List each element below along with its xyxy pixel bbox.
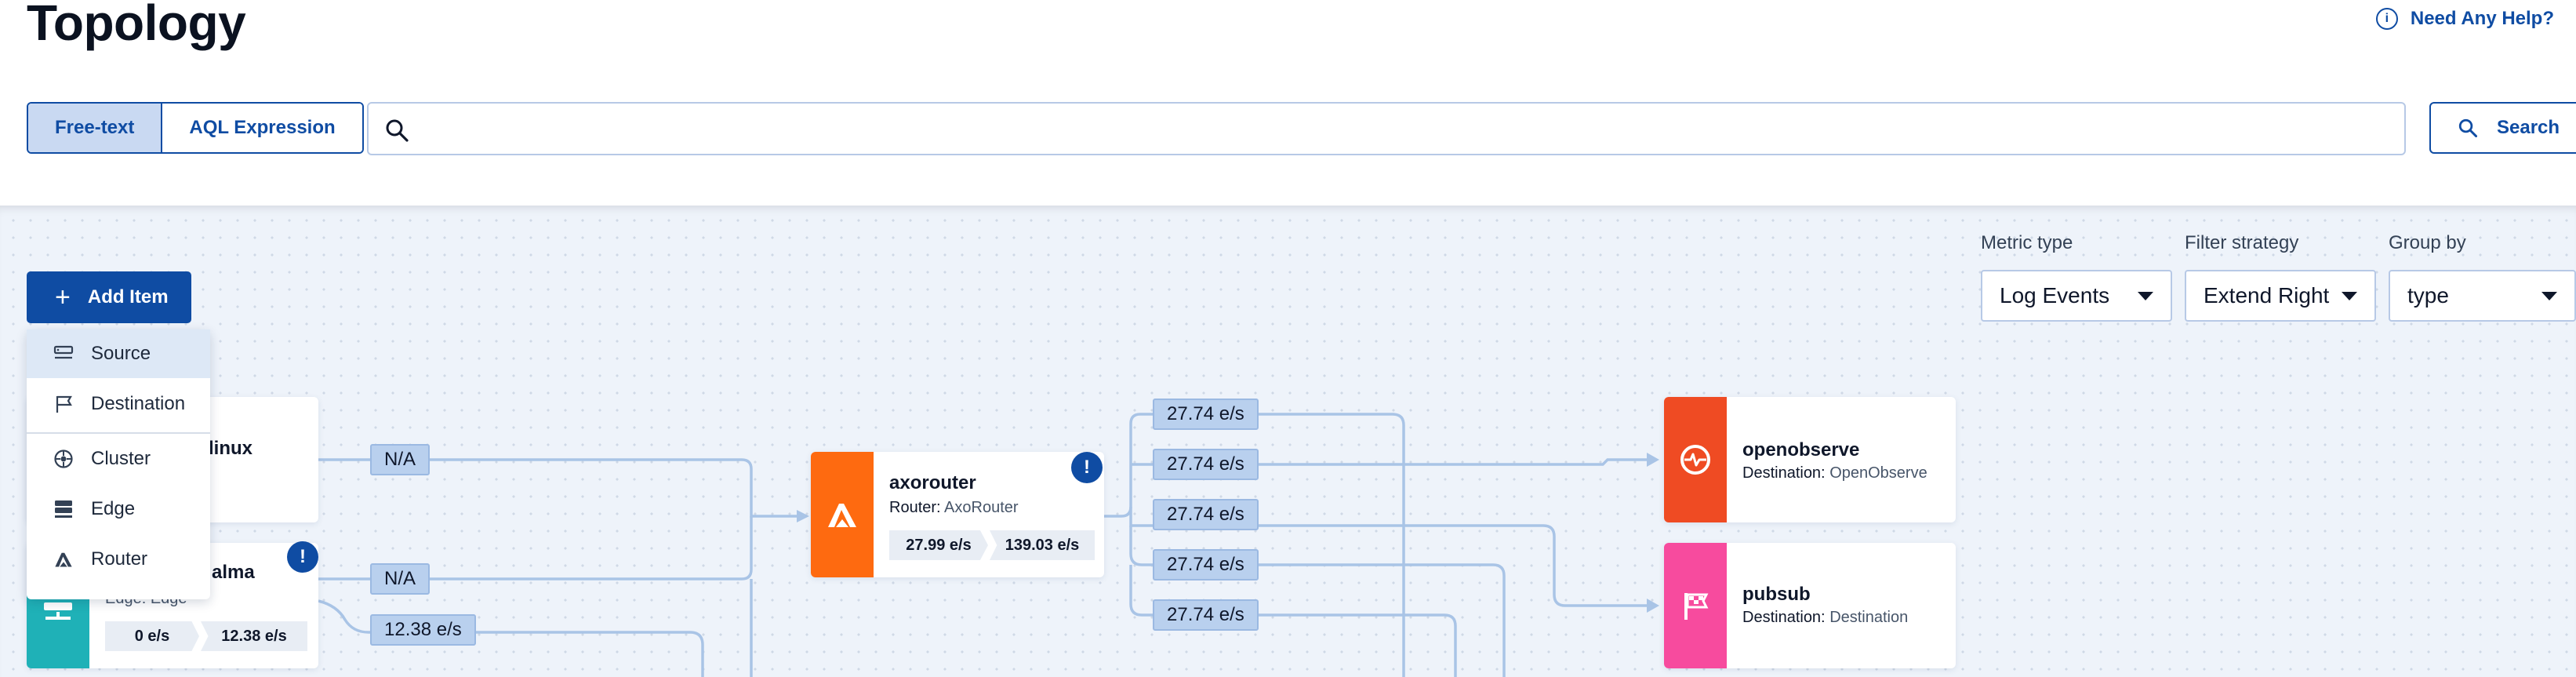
menu-item-label: Destination	[91, 393, 186, 414]
edge-rate-alma: N/A	[370, 563, 431, 595]
edge-rate-linux: N/A	[370, 444, 431, 475]
menu-item-cluster[interactable]: Cluster	[27, 435, 210, 483]
node-subtitle: Router: AxoRouter	[889, 499, 1019, 517]
out-rate: 139.03 e/s	[990, 530, 1095, 560]
destination-node-icon-block	[1664, 397, 1727, 522]
alert-icon[interactable]: !	[287, 541, 318, 573]
node-type-value: OpenObserve	[1829, 464, 1927, 482]
node-subtitle: Destination: Destination	[1742, 609, 1908, 627]
destination-node-icon-block	[1664, 543, 1727, 668]
node-axorouter[interactable]: axorouter Router: AxoRouter 27.99 e/s 13…	[811, 452, 1104, 577]
menu-item-router[interactable]: Router	[27, 535, 210, 584]
menu-divider	[27, 432, 210, 434]
cluster-icon	[54, 450, 73, 468]
edge-rate-router-out: 27.74 e/s	[1153, 549, 1259, 581]
node-type-label: Router:	[889, 499, 941, 516]
node-type-value: Destination	[1829, 609, 1909, 626]
alert-icon[interactable]: !	[1071, 452, 1103, 483]
menu-item-label: Router	[91, 548, 148, 570]
node-name: pubsub	[1742, 584, 1811, 605]
menu-item-label: Source	[91, 343, 151, 364]
source-icon	[53, 345, 74, 359]
node-name: linux	[209, 438, 253, 459]
menu-item-source[interactable]: Source	[27, 329, 210, 378]
node-subtitle: Destination: OpenObserve	[1742, 464, 1927, 482]
menu-item-destination[interactable]: Destination	[27, 380, 210, 428]
flag-icon	[1684, 593, 1709, 620]
router-icon	[55, 552, 72, 567]
out-rate: 12.38 e/s	[201, 621, 307, 651]
edge-rate-router-out: 27.74 e/s	[1153, 499, 1259, 530]
menu-item-label: Cluster	[91, 448, 151, 469]
node-openobserve[interactable]: openobserve Destination: OpenObserve	[1664, 397, 1956, 522]
in-rate: 0 e/s	[105, 621, 199, 651]
menu-item-label: Edge	[91, 498, 136, 519]
openobserve-icon	[1680, 445, 1710, 475]
node-type-label: Destination:	[1742, 464, 1826, 482]
router-node-icon-block	[811, 452, 874, 577]
in-rate: 27.99 e/s	[889, 530, 988, 560]
flag-icon	[56, 395, 72, 413]
node-type-label: Destination:	[1742, 609, 1826, 626]
edge-rate-router-out: 27.74 e/s	[1153, 599, 1259, 631]
router-icon	[828, 504, 856, 527]
edge-rate-alma-out: 12.38 e/s	[370, 614, 476, 646]
node-name: axorouter	[889, 472, 976, 493]
edge-rate-router-out: 27.74 e/s	[1153, 449, 1259, 480]
node-name: openobserve	[1742, 439, 1860, 460]
edge-icon	[55, 500, 72, 518]
node-name: alma	[212, 562, 255, 583]
edge-rate-router-out: 27.74 e/s	[1153, 399, 1259, 430]
node-pubsub[interactable]: pubsub Destination: Destination	[1664, 543, 1956, 668]
menu-item-edge[interactable]: Edge	[27, 485, 210, 533]
node-type-value: AxoRouter	[944, 499, 1019, 516]
add-item-menu: Source Destination Cluster Edge Router	[27, 329, 210, 599]
